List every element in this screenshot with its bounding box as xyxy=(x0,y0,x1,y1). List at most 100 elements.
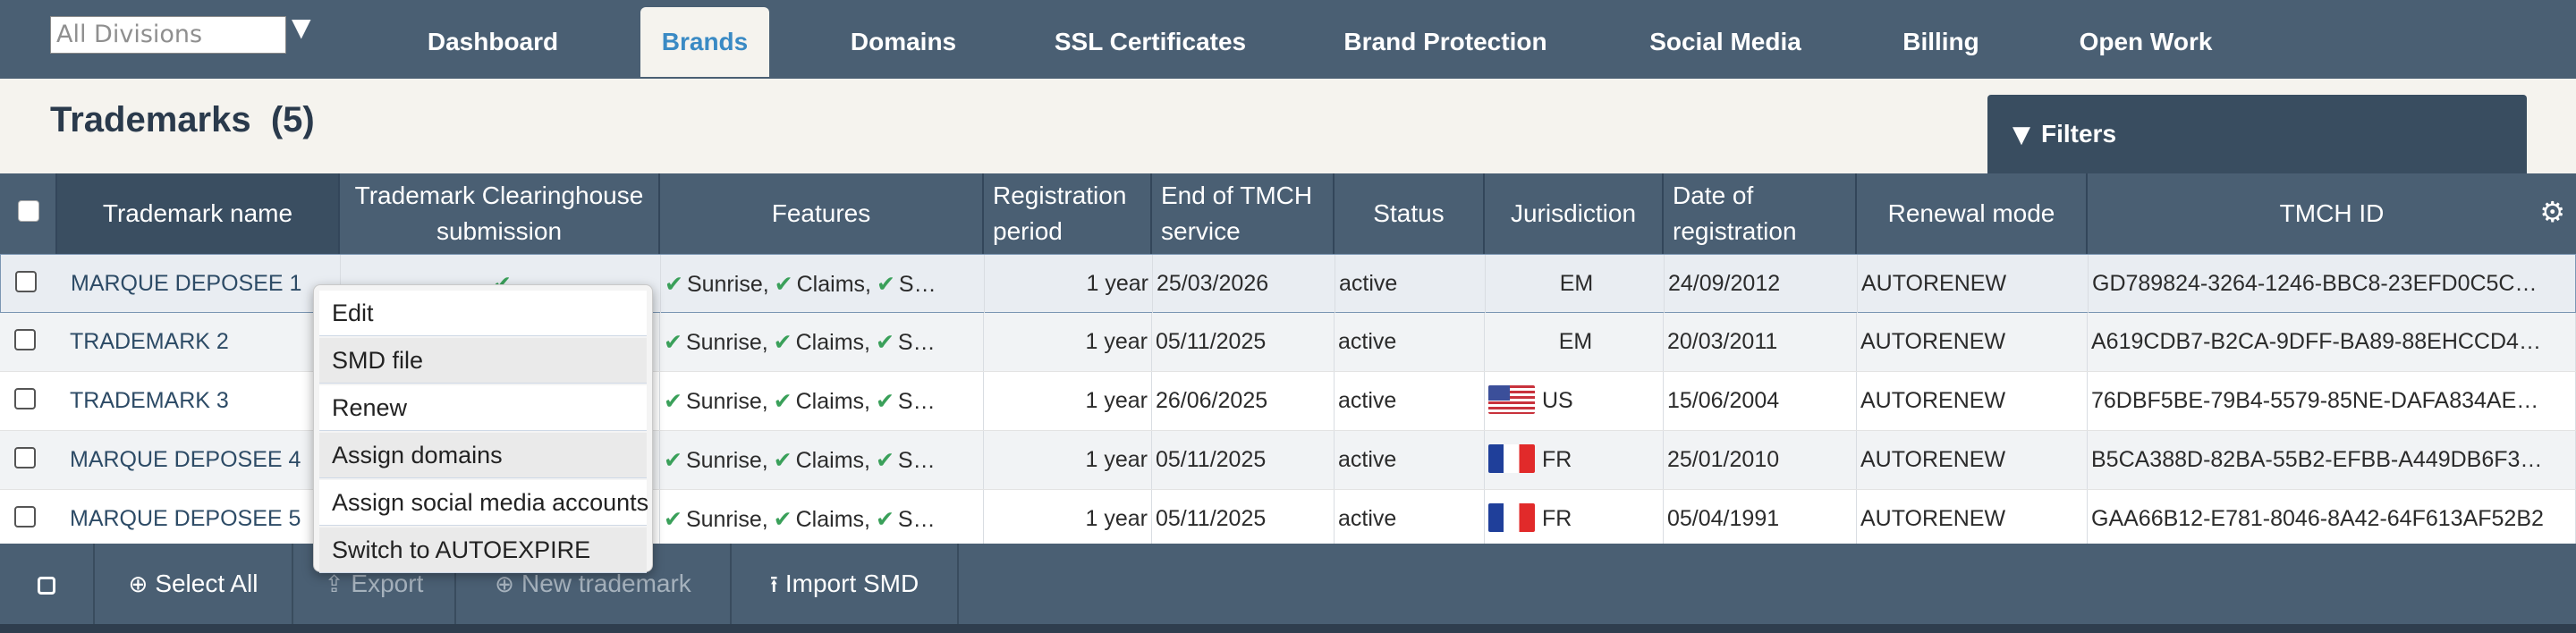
cell-renewal: AUTORENEW xyxy=(1857,313,2088,371)
row-checkbox[interactable] xyxy=(14,329,36,350)
tab-ssl-certificates[interactable]: SSL Certificates xyxy=(1034,7,1267,77)
feature-label: Claims, xyxy=(795,330,870,355)
cell-name: MARQUE DEPOSEE 1 xyxy=(58,255,341,313)
cell-status: active xyxy=(1335,490,1485,548)
fr-flag-icon xyxy=(1488,444,1535,474)
tab-dashboard[interactable]: Dashboard xyxy=(394,7,592,77)
menu-item-assign-social-media[interactable]: Assign social media accounts xyxy=(319,480,648,526)
jurisdiction-code: FR xyxy=(1542,506,1572,531)
menu-item-switch-autoexpire[interactable]: Switch to AUTOEXPIRE xyxy=(319,528,647,573)
cell-period: 1 year xyxy=(985,255,1153,313)
col-jurisdiction[interactable]: Jurisdiction xyxy=(1485,173,1664,254)
check-icon: ✔ xyxy=(773,329,792,355)
cell-renewal: AUTORENEW xyxy=(1858,255,2089,313)
tab-domains[interactable]: Domains xyxy=(825,7,982,77)
cell-tmch-id: GAA66B12-E781-8046-8A42-64F613AF52B2 xyxy=(2088,490,2576,548)
row-checkbox[interactable] xyxy=(14,447,36,468)
col-registration-period[interactable]: Registration period xyxy=(984,173,1152,254)
check-icon: ✔ xyxy=(664,447,682,473)
cell-tmch-id: 76DBF5BE-79B4-5579-85NE-DAFA834AE… xyxy=(2088,372,2576,430)
cell-renewal: AUTORENEW xyxy=(1857,372,2088,430)
cell-features: ✔ Sunrise, ✔ Claims, ✔ S… xyxy=(660,313,984,371)
cell-features: ✔ Sunrise, ✔ Claims, ✔ S… xyxy=(660,431,984,489)
feature-label: Sunrise, xyxy=(685,507,768,532)
row-checkbox[interactable] xyxy=(14,388,36,409)
gear-icon[interactable]: ⚙ xyxy=(2539,195,2565,229)
toggle-selection-button[interactable] xyxy=(0,544,95,624)
plus-circle-icon: ⊕ xyxy=(128,571,148,598)
cell-name: MARQUE DEPOSEE 5 xyxy=(57,490,340,548)
cell-features: ✔ Sunrise, ✔ Claims, ✔ S… xyxy=(660,490,984,548)
col-features[interactable]: Features xyxy=(660,173,984,254)
cell-date: 15/06/2004 xyxy=(1664,372,1857,430)
cell-status: active xyxy=(1335,431,1485,489)
cell-tmch-id: GD789824-3264-1246-BBC8-23EFD0C5C… xyxy=(2089,255,2576,313)
cell-tmch-id: B5CA388D-82BA-55B2-EFBB-A449DB6F3… xyxy=(2088,431,2576,489)
cell-end: 05/11/2025 xyxy=(1152,431,1335,489)
jurisdiction-code: EM xyxy=(1558,329,1593,354)
tab-brands[interactable]: Brands xyxy=(640,7,769,77)
check-icon: ✔ xyxy=(664,388,682,414)
cell-jurisdiction: EM xyxy=(1485,313,1664,371)
menu-item-edit[interactable]: Edit xyxy=(319,291,647,336)
select-all-button[interactable]: ⊕ Select All xyxy=(95,544,293,624)
col-status[interactable]: Status xyxy=(1335,173,1485,254)
table-header: Trademark name Trademark Clearinghouse s… xyxy=(0,173,2576,254)
menu-item-assign-domains[interactable]: Assign domains xyxy=(319,433,647,478)
header-select-cell xyxy=(0,173,57,254)
feature-label: Claims, xyxy=(795,448,870,473)
cell-jurisdiction: EM xyxy=(1486,255,1665,313)
filter-triangle-icon: ▼ xyxy=(2012,122,2030,148)
check-icon: ✔ xyxy=(876,271,895,297)
fr-flag-icon xyxy=(1488,503,1535,533)
col-trademark-name[interactable]: Trademark name xyxy=(57,173,340,254)
bottom-strip xyxy=(0,624,2576,633)
cell-end: 26/06/2025 xyxy=(1152,372,1335,430)
cell-end: 25/03/2026 xyxy=(1153,255,1335,313)
col-date-of-registration[interactable]: Date of registration xyxy=(1664,173,1857,254)
filters-button[interactable]: ▼ Filters xyxy=(1987,95,2527,173)
menu-item-smd-file[interactable]: SMD file xyxy=(319,338,647,384)
cell-period: 1 year xyxy=(984,372,1152,430)
col-tmch-submission[interactable]: Trademark Clearinghouse submission xyxy=(340,173,660,254)
cell-jurisdiction: FR xyxy=(1485,431,1664,489)
tab-open-work[interactable]: Open Work xyxy=(2063,7,2229,77)
cell-end: 05/11/2025 xyxy=(1152,313,1335,371)
import-smd-button[interactable]: ⭱ Import SMD xyxy=(732,544,959,624)
cell-jurisdiction: US xyxy=(1485,372,1664,430)
cell-renewal: AUTORENEW xyxy=(1857,490,2088,548)
cell-period: 1 year xyxy=(984,431,1152,489)
check-icon: ✔ xyxy=(875,329,894,355)
menu-item-renew[interactable]: Renew xyxy=(319,385,647,431)
top-navigation: All Divisions ▼ Dashboard Brands Domains… xyxy=(0,0,2576,79)
tab-social-media[interactable]: Social Media xyxy=(1626,7,1825,77)
feature-label: S… xyxy=(897,507,936,532)
cell-status: active xyxy=(1335,372,1485,430)
cell-status: active xyxy=(1335,255,1486,313)
new-trademark-label: New trademark xyxy=(521,570,691,597)
page-title: Trademarks (5) xyxy=(50,100,315,140)
select-all-checkbox[interactable] xyxy=(18,200,39,222)
cell-date: 05/04/1991 xyxy=(1664,490,1857,548)
upload-icon: ⭱ xyxy=(769,571,778,598)
select-all-label: Select All xyxy=(155,570,258,597)
check-icon: ✔ xyxy=(875,388,894,414)
cell-status: active xyxy=(1335,313,1485,371)
division-select[interactable]: All Divisions xyxy=(50,16,286,54)
cell-date: 20/03/2011 xyxy=(1664,313,1857,371)
row-checkbox[interactable] xyxy=(15,271,37,292)
tab-brand-protection[interactable]: Brand Protection xyxy=(1327,7,1563,77)
cell-date: 25/01/2010 xyxy=(1664,431,1857,489)
check-icon: ✔ xyxy=(773,447,792,473)
caret-down-icon[interactable]: ▼ xyxy=(292,13,311,42)
col-tmch-id[interactable]: TMCH ID xyxy=(2088,173,2576,254)
plus-circle-icon: ⊕ xyxy=(495,571,514,598)
check-icon: ✔ xyxy=(773,388,792,414)
feature-label: Sunrise, xyxy=(685,330,768,355)
feature-label: Sunrise, xyxy=(685,448,768,473)
filters-label: Filters xyxy=(2041,120,2117,148)
tab-billing[interactable]: Billing xyxy=(1885,7,1996,77)
row-checkbox[interactable] xyxy=(14,506,36,528)
col-renewal-mode[interactable]: Renewal mode xyxy=(1857,173,2088,254)
col-end-of-tmch-service[interactable]: End of TMCH service xyxy=(1152,173,1335,254)
